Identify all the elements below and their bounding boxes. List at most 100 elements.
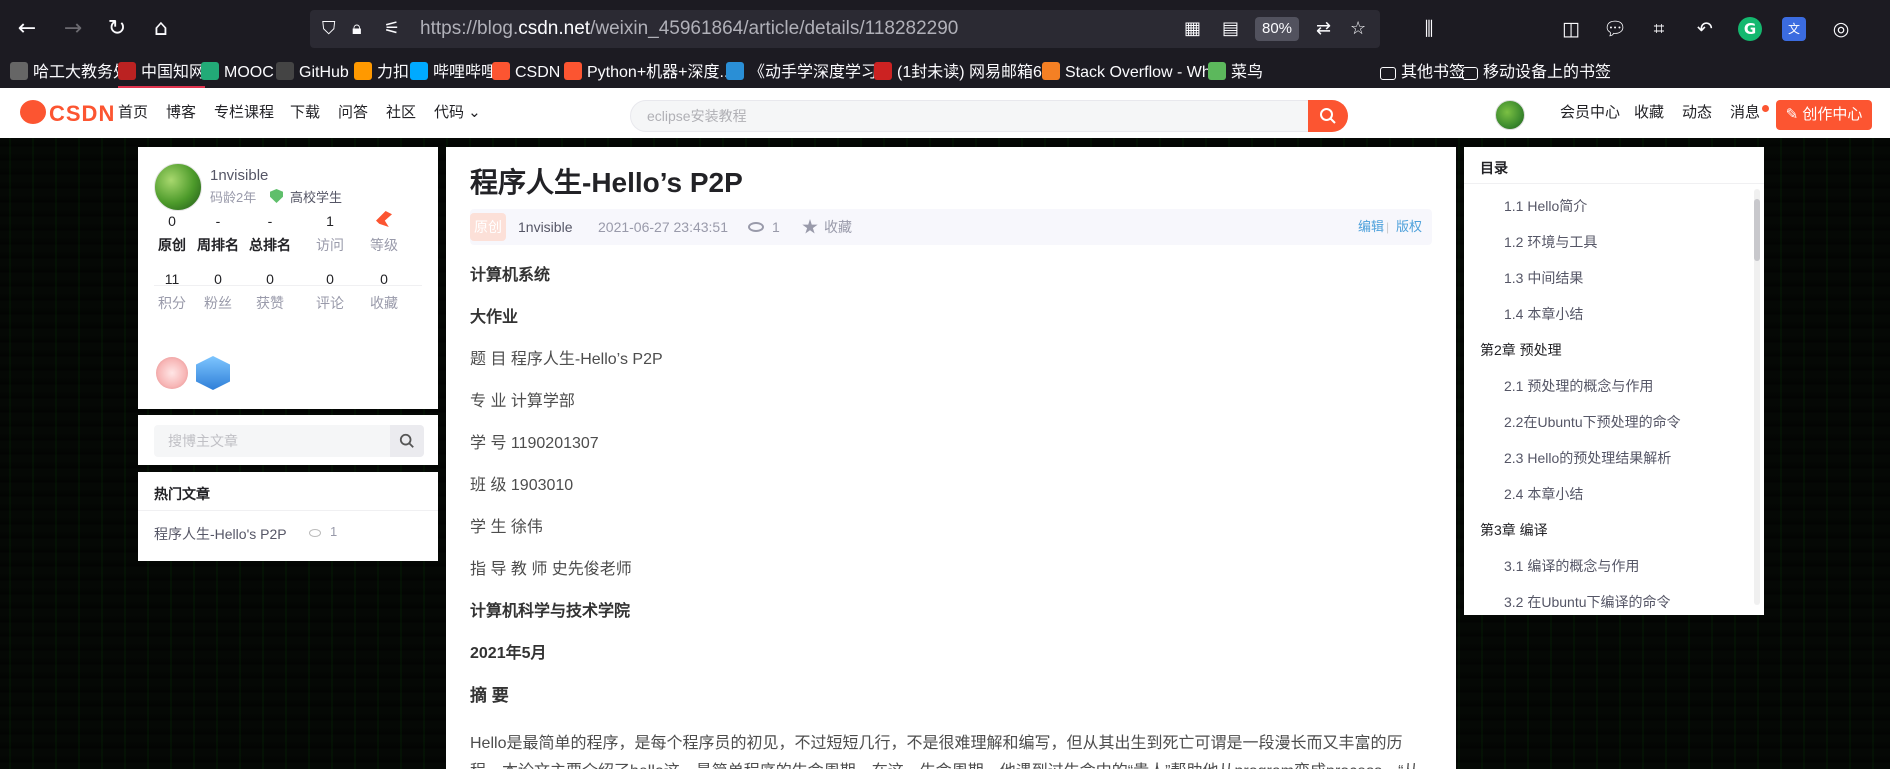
permissions-icon[interactable]: ⚟	[384, 10, 400, 48]
sidebar-icon[interactable]: ◫	[1556, 14, 1586, 44]
bookmark-github[interactable]: GitHub	[276, 58, 349, 88]
create-center-button[interactable]: ✎ 创作中心	[1776, 100, 1872, 130]
library-icon[interactable]: ⫼	[1414, 14, 1444, 44]
bookmark-csdn[interactable]: CSDN	[492, 58, 560, 88]
nav-activity[interactable]: 动态	[1682, 88, 1712, 138]
reload-icon[interactable]: ↻	[102, 14, 132, 44]
stat-likes[interactable]: 0 获赞	[242, 269, 298, 313]
hot-article-item[interactable]: 程序人生-Hello's P2P 1	[154, 524, 337, 544]
chat-icon[interactable]: 💬︎	[1600, 14, 1630, 44]
toc-item[interactable]: 2.3 Hello的预处理结果解析	[1504, 448, 1671, 468]
stat-fans[interactable]: 0 粉丝	[190, 269, 246, 313]
translator-icon[interactable]: 文	[1782, 17, 1806, 41]
stat-value: -	[215, 213, 221, 229]
bookmark-label: 移动设备上的书签	[1483, 64, 1612, 81]
browser-toolbar: ← → ↻ ⌂ ⛉ 🔒︎ ⚟ https://blog.csdn.net/wei…	[0, 0, 1890, 58]
reader-view-icon[interactable]: ▤	[1222, 10, 1239, 48]
stat-value: 0	[380, 271, 388, 287]
copyright-link[interactable]: 版权	[1396, 209, 1422, 245]
shield-icon[interactable]: ⛉	[322, 10, 336, 48]
nav-download[interactable]: 下载	[290, 88, 320, 138]
toc-item[interactable]: 2.2在Ubuntu下预处理的命令	[1504, 412, 1681, 432]
stat-total-rank[interactable]: - 总排名	[242, 211, 298, 255]
stat-level[interactable]: 等级	[356, 211, 412, 255]
undo-icon[interactable]: ↶	[1690, 14, 1720, 44]
bookmark-python-ml[interactable]: Python+机器+深度...	[564, 58, 733, 88]
bookmark-stackoverflow[interactable]: Stack Overflow - Wh...	[1042, 58, 1224, 88]
toc-scrollbar-thumb[interactable]	[1754, 199, 1760, 261]
star-icon[interactable]	[802, 219, 818, 234]
toc-item[interactable]: 第2章 预处理	[1480, 340, 1562, 360]
bookmark-leetcode[interactable]: 力扣	[354, 58, 409, 88]
address-bar[interactable]: ⛉ 🔒︎ ⚟ https://blog.csdn.net/weixin_4596…	[310, 10, 1380, 48]
bookmark-folder-mobile[interactable]: 移动设备上的书签	[1462, 58, 1611, 88]
eye-icon	[748, 222, 764, 232]
nav-code[interactable]: 代码 ⌄	[434, 88, 481, 138]
nav-courses[interactable]: 专栏课程	[214, 88, 274, 138]
toc-item[interactable]: 1.4 本章小结	[1504, 304, 1583, 324]
nav-community[interactable]: 社区	[386, 88, 416, 138]
url-text[interactable]: https://blog.csdn.net/weixin_45961864/ar…	[420, 10, 958, 48]
toc-item[interactable]: 1.2 环境与工具	[1504, 232, 1597, 252]
bookmark-d2l[interactable]: 《动手学深度学习》	[726, 58, 893, 88]
translate-icon[interactable]: ⇄	[1316, 10, 1331, 48]
blog-search-input[interactable]: 搜博主文章	[154, 425, 390, 457]
bookmark-cnki[interactable]: 中国知网	[118, 58, 206, 88]
favorite-link[interactable]: 收藏	[824, 209, 852, 245]
hot-article-title[interactable]: 程序人生-Hello's P2P	[154, 526, 287, 542]
site-search-input[interactable]: eclipse安装教程	[630, 100, 1310, 132]
stat-label: 总排名	[249, 237, 291, 253]
info-school: 计算机科学与技术学院	[470, 603, 631, 620]
bookmark-mooc[interactable]: MOOC	[201, 58, 274, 88]
toc-item[interactable]: 1.1 Hello简介	[1504, 196, 1587, 216]
csdn-logo[interactable]: CSDN	[20, 100, 115, 126]
crop-icon[interactable]: ⌗	[1644, 14, 1674, 44]
home-icon[interactable]: ⌂	[146, 14, 176, 44]
forward-icon[interactable]: →	[58, 14, 88, 44]
author-avatar[interactable]	[154, 163, 202, 211]
back-icon[interactable]: ←	[12, 14, 42, 44]
stat-weekly-rank[interactable]: - 周排名	[190, 211, 246, 255]
toc-item[interactable]: 3.2 在Ubuntu下编译的命令	[1504, 592, 1671, 612]
folder-icon	[1462, 67, 1478, 80]
toc-item[interactable]: 1.3 中间结果	[1504, 268, 1583, 288]
bookmark-label: Python+机器+深度...	[587, 64, 733, 81]
abstract-paragraph: 程。本论文主要介绍了hello这一最简单程序的生命周期，在这一生命周期，他遇到过…	[470, 757, 1419, 769]
blog-search-button[interactable]	[390, 425, 424, 457]
search-icon	[1320, 108, 1336, 124]
qr-code-icon[interactable]: ▦	[1184, 10, 1201, 48]
nav-home[interactable]: 首页	[118, 88, 148, 138]
nav-qa[interactable]: 问答	[338, 88, 368, 138]
nav-vip[interactable]: 会员中心	[1560, 88, 1620, 138]
nav-favorites[interactable]: 收藏	[1634, 88, 1664, 138]
zoom-level[interactable]: 80%	[1255, 17, 1299, 41]
bookmark-folder-other[interactable]: 其他书签	[1380, 58, 1465, 88]
article-author[interactable]: 1nvisible	[518, 209, 572, 245]
csdn-logo-icon	[20, 100, 46, 124]
achievement-badge[interactable]	[156, 357, 188, 389]
toc-item[interactable]: 3.1 编译的概念与作用	[1504, 556, 1639, 576]
bookmark-star-icon[interactable]: ☆	[1350, 10, 1366, 48]
nav-blog[interactable]: 博客	[166, 88, 196, 138]
stat-favorites[interactable]: 0 收藏	[356, 269, 412, 313]
bookmark-runoob[interactable]: 菜鸟	[1208, 58, 1263, 88]
toc-item[interactable]: 第3章 编译	[1480, 520, 1548, 540]
toc-item[interactable]: 2.1 预处理的概念与作用	[1504, 376, 1653, 396]
site-header: CSDN 首页 博客 专栏课程 下载 问答 社区 代码 ⌄ eclipse安装教…	[0, 88, 1890, 138]
author-name[interactable]: 1nvisible	[210, 167, 268, 184]
edit-link[interactable]: 编辑	[1358, 209, 1384, 245]
toc-item[interactable]: 2.4 本章小结	[1504, 484, 1583, 504]
achievement-badge[interactable]	[196, 356, 230, 390]
lock-icon[interactable]: 🔒︎	[352, 10, 362, 48]
heading-course: 计算机系统	[470, 267, 551, 284]
bookmark-bilibili[interactable]: 哔哩哔哩	[410, 58, 497, 88]
bookmark-163-mail[interactable]: (1封未读) 网易邮箱6....	[874, 58, 1060, 88]
extension-icon[interactable]: ◎	[1826, 14, 1856, 44]
header-avatar[interactable]	[1495, 100, 1525, 130]
stat-comments[interactable]: 0 评论	[302, 269, 358, 313]
nav-messages[interactable]: 消息	[1730, 88, 1760, 138]
bookmark-hit-jwc[interactable]: 哈工大教务处	[10, 58, 129, 88]
grammarly-icon[interactable]: G	[1738, 17, 1762, 41]
stat-visits[interactable]: 1 访问	[302, 211, 358, 255]
site-search-button[interactable]	[1308, 100, 1348, 132]
